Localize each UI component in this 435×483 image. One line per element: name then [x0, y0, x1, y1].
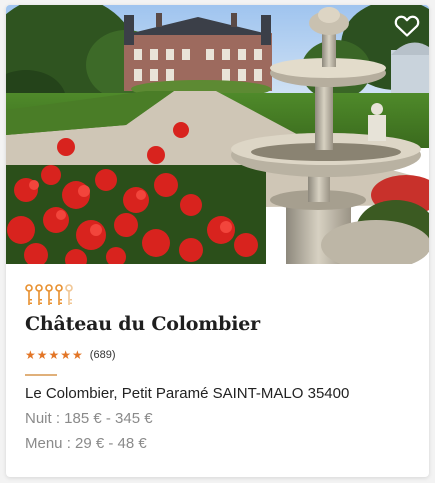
hotel-address: Le Colombier, Petit Paramé SAINT-MALO 35… — [25, 385, 350, 402]
review-count: (689) — [89, 349, 116, 361]
key-icon — [55, 284, 63, 305]
key-rating — [25, 284, 73, 306]
menu-price: Menu : 29 € - 48 € — [25, 435, 147, 452]
hotel-photo[interactable] — [6, 5, 429, 264]
key-icon — [35, 284, 43, 305]
key-icon — [45, 284, 53, 305]
hotel-name[interactable]: Château du Colombier — [25, 313, 260, 335]
key-empty-icon — [65, 284, 73, 305]
hotel-card[interactable]: Château du Colombier ★★★★★ (689) Le Colo… — [6, 5, 429, 477]
night-price: Nuit : 185 € - 345 € — [25, 410, 153, 427]
key-icon — [25, 284, 33, 305]
favorite-heart-icon[interactable] — [394, 14, 420, 38]
divider — [25, 374, 57, 376]
review-rating[interactable]: ★★★★★ (689) — [25, 348, 115, 362]
chateau-garden-image — [6, 5, 429, 264]
star-rating-icons: ★★★★★ — [25, 348, 84, 362]
